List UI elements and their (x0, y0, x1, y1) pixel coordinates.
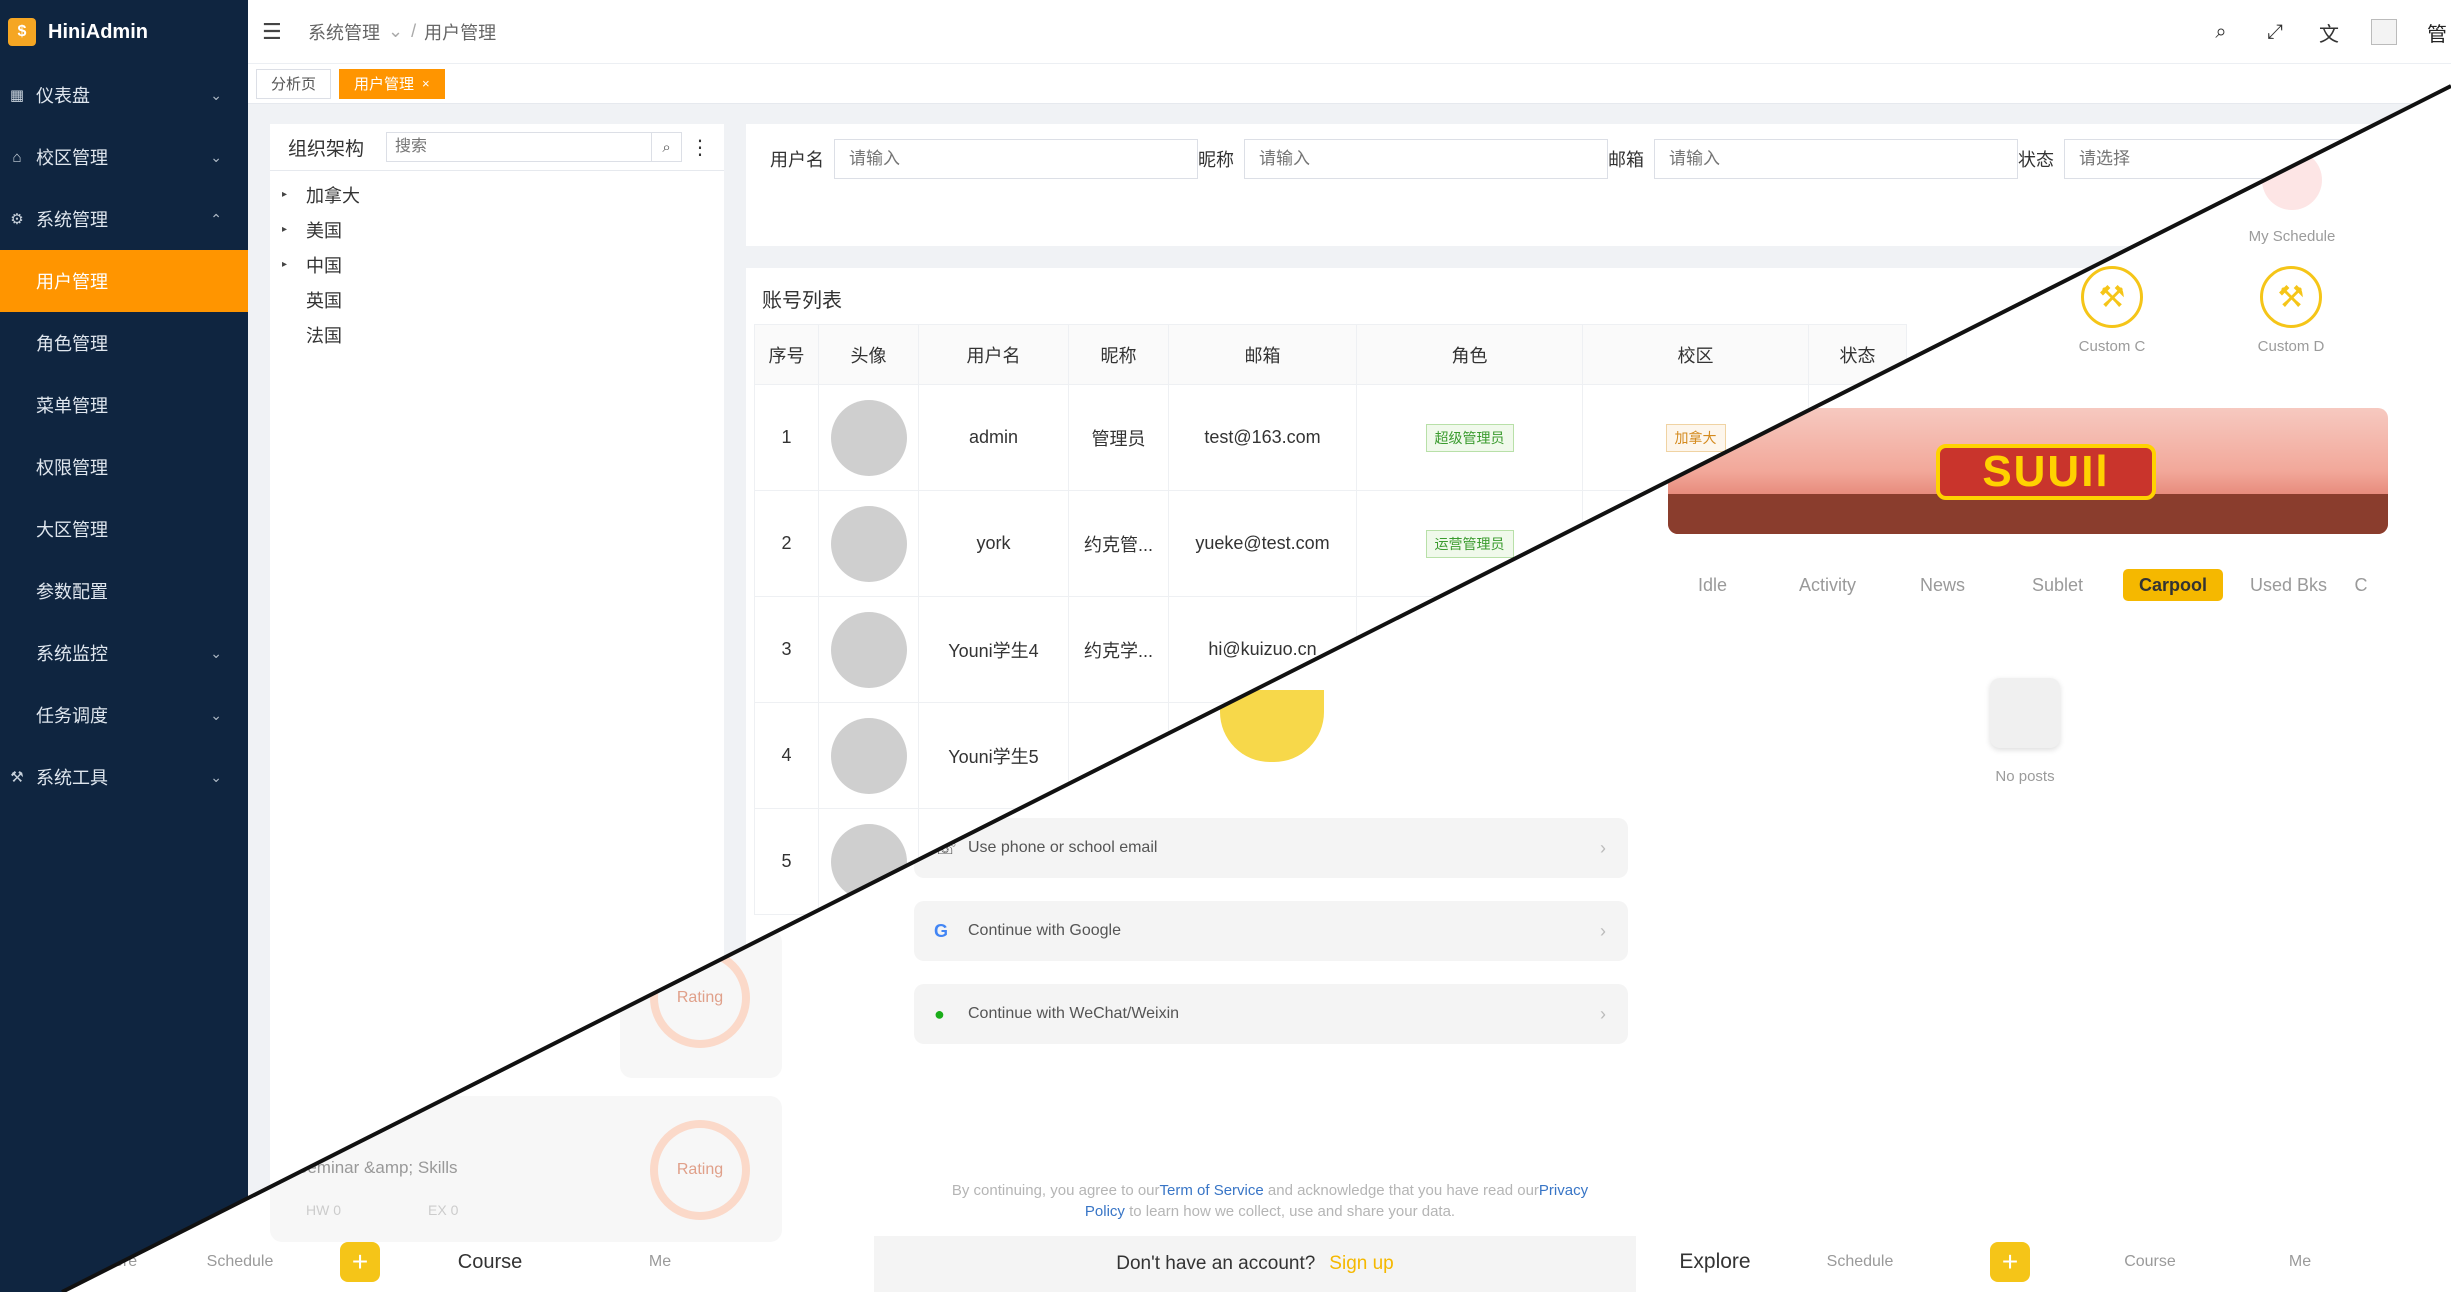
diagonal-divider (61, 84, 2451, 1292)
divider-line (61, 84, 2451, 1292)
